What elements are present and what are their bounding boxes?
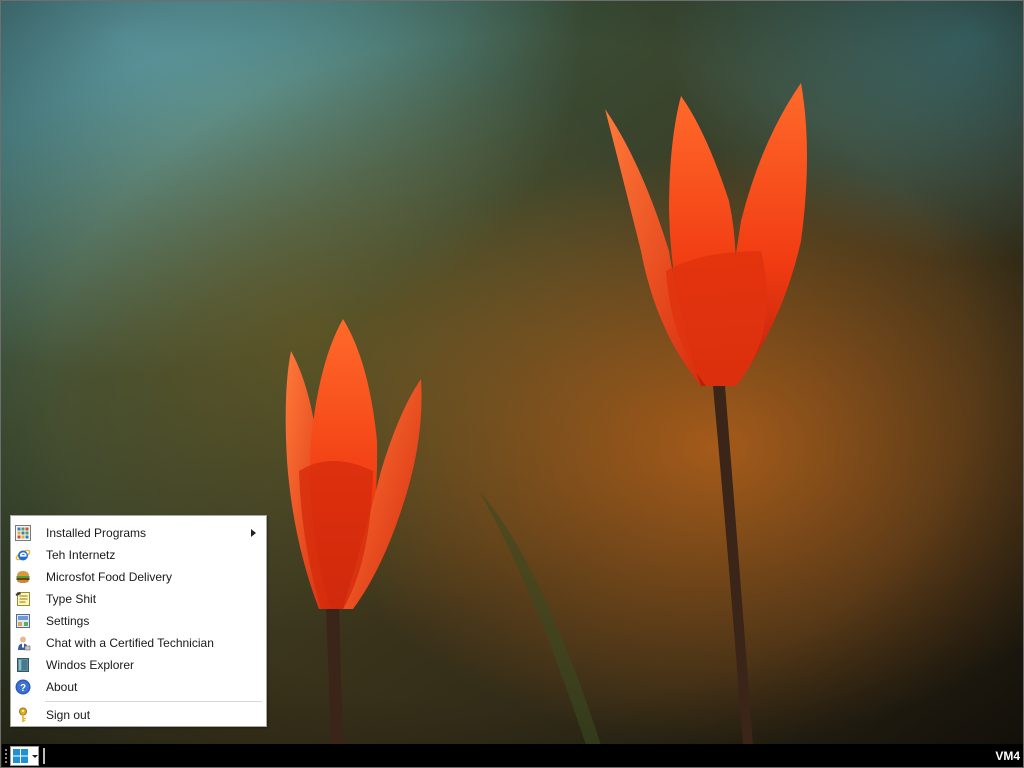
menu-item-windos-explorer[interactable]: Windos Explorer xyxy=(12,654,265,676)
explorer-book-icon xyxy=(15,657,31,673)
machine-name-label: VM4 xyxy=(995,749,1020,763)
menu-item-label: Windos Explorer xyxy=(46,658,135,672)
submenu-arrow-icon xyxy=(251,529,256,537)
control-panel-icon xyxy=(15,613,31,629)
internet-explorer-icon xyxy=(15,547,31,563)
menu-item-settings[interactable]: Settings xyxy=(12,610,265,632)
burger-icon xyxy=(15,569,31,585)
menu-item-chat-technician[interactable]: Chat with a Certified Technician xyxy=(12,632,265,654)
notepad-icon xyxy=(15,591,31,607)
key-icon xyxy=(15,707,31,723)
menu-item-installed-programs[interactable]: Installed Programs xyxy=(12,522,265,544)
menu-item-label: Microsfot Food Delivery xyxy=(46,570,173,584)
menu-item-label: Settings xyxy=(46,614,90,628)
svg-text:?: ? xyxy=(20,683,26,694)
start-menu: Installed Programs Teh Internetz Microsf… xyxy=(10,515,267,727)
menu-item-label: Teh Internetz xyxy=(46,548,116,562)
menu-item-label: Sign out xyxy=(46,708,91,722)
taskbar-grip[interactable] xyxy=(5,749,8,764)
menu-item-label: Type Shit xyxy=(46,592,97,606)
chevron-down-icon xyxy=(32,755,38,758)
start-button[interactable] xyxy=(10,746,39,766)
menu-separator xyxy=(45,701,262,702)
installed-programs-icon xyxy=(15,525,31,541)
menu-item-label: Installed Programs xyxy=(46,526,147,540)
menu-item-sign-out[interactable]: Sign out xyxy=(12,704,265,726)
menu-item-label: Chat with a Certified Technician xyxy=(46,636,214,650)
menu-item-label: About xyxy=(46,680,78,694)
desktop-screen: Installed Programs Teh Internetz Microsf… xyxy=(0,0,1024,768)
menu-item-food-delivery[interactable]: Microsfot Food Delivery xyxy=(12,566,265,588)
menu-item-about[interactable]: ? About xyxy=(12,676,265,698)
taskbar-divider xyxy=(43,748,45,764)
taskbar: VM4 xyxy=(2,744,1023,767)
windows-logo-icon xyxy=(13,749,28,767)
menu-item-type-shit[interactable]: Type Shit xyxy=(12,588,265,610)
help-icon: ? xyxy=(15,679,31,695)
menu-item-teh-internetz[interactable]: Teh Internetz xyxy=(12,544,265,566)
technician-icon xyxy=(15,635,31,651)
